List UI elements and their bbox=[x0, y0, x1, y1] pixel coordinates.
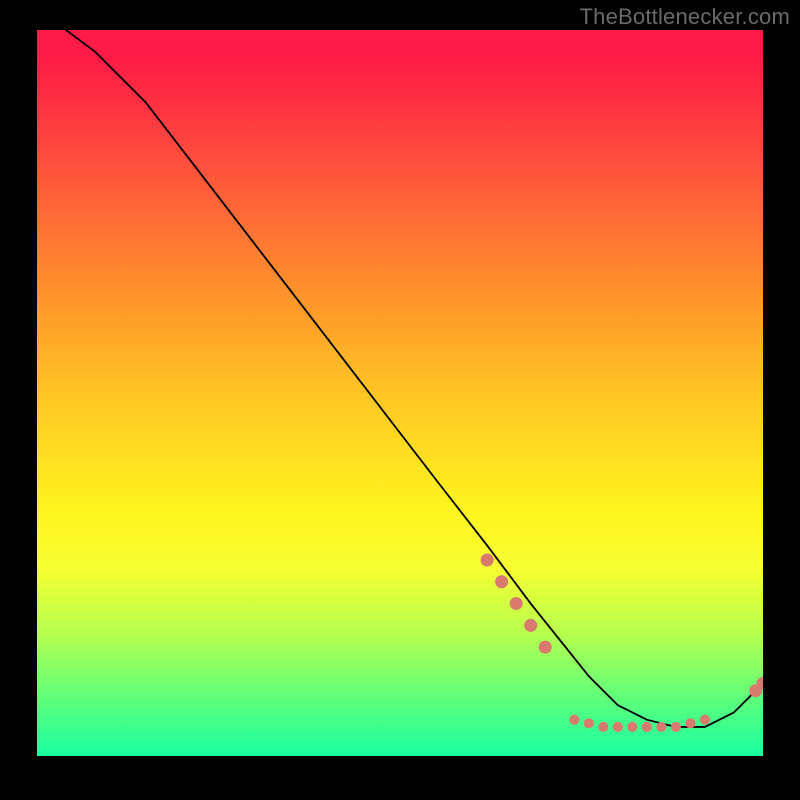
data-marker bbox=[671, 722, 681, 732]
data-marker bbox=[656, 722, 666, 732]
data-marker bbox=[700, 715, 710, 725]
chart-svg bbox=[37, 30, 763, 756]
bottleneck-curve bbox=[66, 30, 763, 727]
data-marker bbox=[510, 597, 523, 610]
data-marker bbox=[642, 722, 652, 732]
data-marker bbox=[495, 575, 508, 588]
data-marker bbox=[569, 715, 579, 725]
attribution-label: TheBottlenecker.com bbox=[580, 4, 790, 30]
data-marker bbox=[613, 722, 623, 732]
plot-area bbox=[37, 30, 763, 756]
data-marker bbox=[685, 718, 695, 728]
marker-group bbox=[481, 553, 763, 732]
data-marker bbox=[481, 553, 494, 566]
data-marker bbox=[524, 619, 537, 632]
data-marker bbox=[539, 641, 552, 654]
data-marker bbox=[598, 722, 608, 732]
chart-container: TheBottlenecker.com bbox=[0, 0, 800, 800]
data-marker bbox=[584, 718, 594, 728]
data-marker bbox=[627, 722, 637, 732]
